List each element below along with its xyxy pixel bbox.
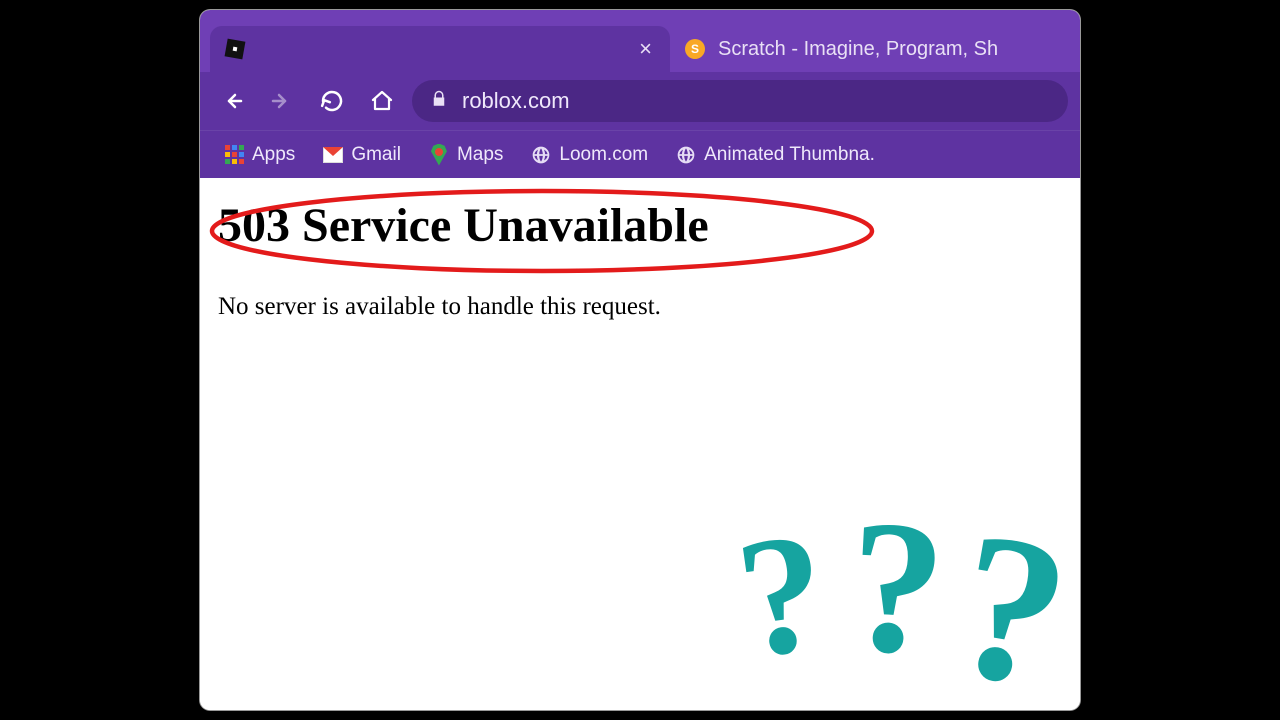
bookmark-label: Loom.com (559, 144, 648, 166)
bookmark-apps[interactable]: Apps (214, 140, 305, 170)
roblox-favicon-icon (224, 38, 246, 60)
globe-icon (531, 145, 551, 165)
tab-strip: × S Scratch - Imagine, Program, Sh (200, 10, 1080, 72)
question-marks-overlay: ? ? ? (753, 512, 1050, 691)
page-content: 503 Service Unavailable No server is ava… (200, 178, 1080, 710)
gmail-icon (323, 145, 343, 165)
globe-icon (676, 145, 696, 165)
reload-button[interactable] (312, 81, 352, 121)
bookmark-label: Apps (252, 144, 295, 166)
error-heading: 503 Service Unavailable (218, 198, 1062, 253)
browser-window: × S Scratch - Imagine, Program, Sh (200, 10, 1080, 710)
bookmark-gmail[interactable]: Gmail (313, 140, 411, 170)
bookmark-maps[interactable]: Maps (419, 140, 513, 170)
home-button[interactable] (362, 81, 402, 121)
address-url: roblox.com (462, 88, 570, 114)
tab-title: Scratch - Imagine, Program, Sh (718, 38, 998, 61)
tab-inactive[interactable]: S Scratch - Imagine, Program, Sh (670, 26, 1016, 72)
lock-icon (430, 88, 448, 114)
bookmark-animated[interactable]: Animated Thumbna. (666, 140, 885, 170)
error-body: No server is available to handle this re… (218, 293, 1062, 321)
maps-pin-icon (429, 145, 449, 165)
question-mark-icon: ? (944, 513, 1078, 707)
question-mark-icon: ? (844, 505, 948, 688)
bookmark-label: Gmail (351, 144, 401, 166)
tab-active[interactable]: × (210, 26, 670, 72)
forward-button[interactable] (262, 81, 302, 121)
browser-chrome: × S Scratch - Imagine, Program, Sh (200, 10, 1080, 178)
bookmarks-bar: Apps Gmail Maps Loom.com Animated Th (200, 130, 1080, 178)
close-tab-icon[interactable]: × (639, 38, 652, 60)
scratch-favicon-icon: S (684, 38, 706, 60)
question-mark-icon: ? (730, 517, 839, 706)
apps-grid-icon (224, 145, 244, 165)
address-bar[interactable]: roblox.com (412, 80, 1068, 122)
back-button[interactable] (212, 81, 252, 121)
bookmark-label: Animated Thumbna. (704, 144, 875, 166)
navigation-toolbar: roblox.com (200, 72, 1080, 130)
bookmark-label: Maps (457, 144, 503, 166)
bookmark-loom[interactable]: Loom.com (521, 140, 658, 170)
